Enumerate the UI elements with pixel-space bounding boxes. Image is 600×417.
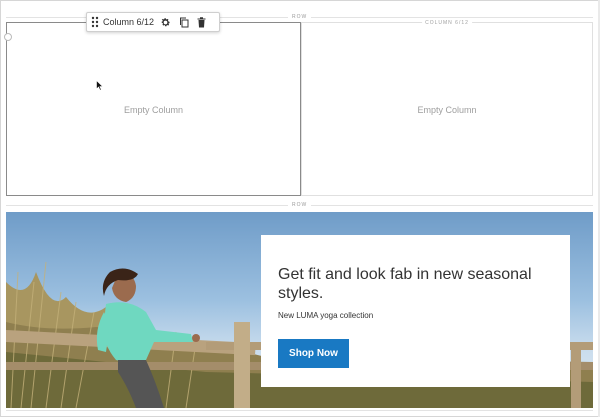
column-toolbar: Column 6/12 [86,12,220,32]
resize-handle[interactable] [4,33,12,41]
empty-column-text: Empty Column [417,105,477,115]
drag-handle-icon[interactable] [91,13,99,31]
column-right[interactable]: COLUMN 6/12 Empty Column [301,20,593,196]
copy-icon[interactable] [179,13,189,31]
banner-title: Get fit and look fab in new seasonal sty… [278,266,532,302]
gear-icon[interactable] [160,13,171,31]
empty-column-text: Empty Column [123,105,184,115]
row-label-middle: ROW [288,202,312,208]
banner[interactable]: Get fit and look fab in new seasonal sty… [6,212,593,408]
mouse-cursor-icon [96,80,104,91]
shop-now-button[interactable]: Shop Now [278,339,349,368]
row-divider-bottom [6,410,593,411]
trash-icon[interactable] [197,13,206,31]
column-label: COLUMN 6/12 [422,20,472,26]
row-label-top: ROW [288,14,312,20]
banner-content-overlay: Get fit and look fab in new seasonal sty… [261,235,570,387]
banner-subtitle: New LUMA yoga collection [278,311,374,320]
toolbar-label: Column 6/12 [103,17,155,27]
column-left[interactable]: Empty Column [6,22,301,196]
